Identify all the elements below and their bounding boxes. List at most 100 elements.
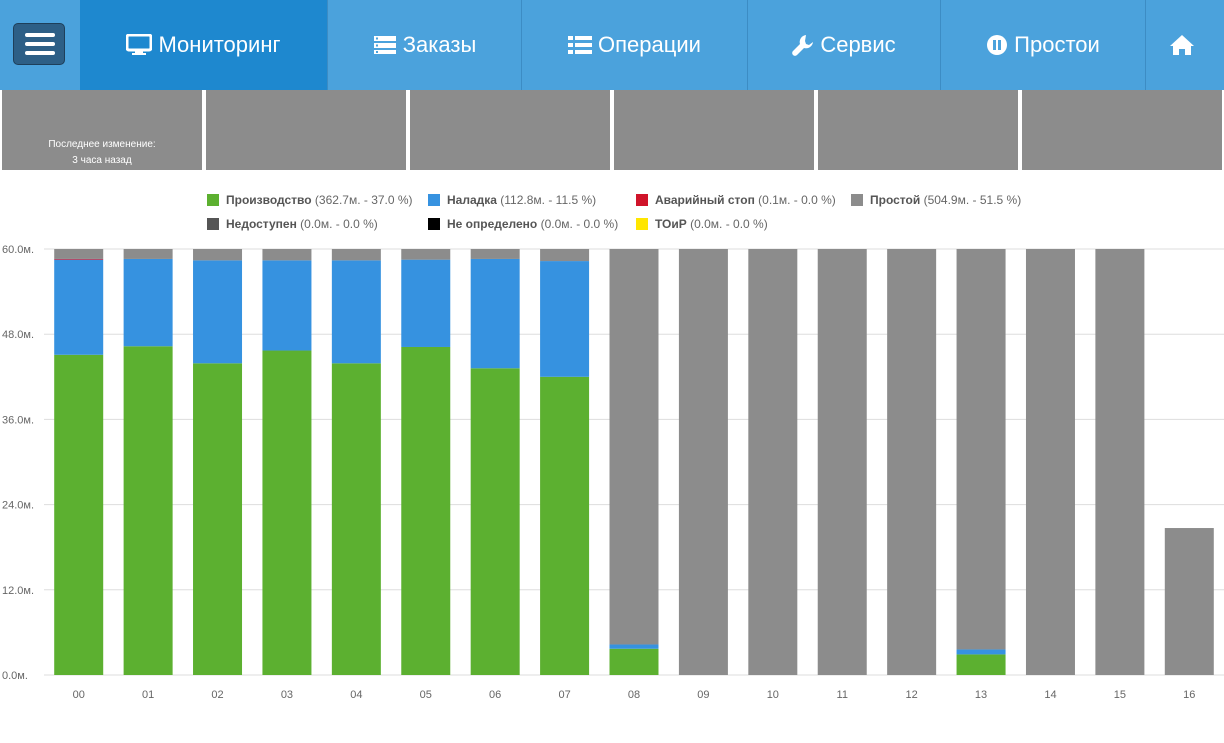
- x-tick-label: 02: [211, 689, 223, 701]
- top-navigation-bar: Мониторинг Заказы Операции Сервис Просто…: [0, 0, 1224, 90]
- machine-tile[interactable]: [206, 90, 406, 170]
- machine-tile[interactable]: [818, 90, 1018, 170]
- machine-tile[interactable]: [1022, 90, 1222, 170]
- machine-tile[interactable]: [614, 90, 814, 170]
- bar-segment-0: [123, 346, 173, 675]
- legend-label: Наладка: [447, 193, 497, 207]
- x-tick-label: 13: [975, 689, 987, 701]
- bar-segment-3: [817, 249, 867, 675]
- bar-segment-1: [123, 258, 173, 347]
- legend-swatch: [428, 218, 440, 230]
- home-button[interactable]: [1145, 0, 1224, 90]
- bar-segment-1: [331, 260, 381, 364]
- legend-detail: (362.7м. - 37.0 %): [314, 193, 413, 207]
- home-icon: [1170, 35, 1194, 55]
- y-tick-label: 0.0м.: [2, 670, 28, 682]
- bar-segment-0: [401, 346, 451, 675]
- x-tick-label: 12: [906, 689, 918, 701]
- nav-tab-orders[interactable]: Заказы: [327, 0, 521, 90]
- nav-tab-service[interactable]: Сервис: [747, 0, 940, 90]
- legend-label: Аварийный стоп: [655, 193, 755, 207]
- machine-status-tiles: Последнее изменение: 3 часа назад: [0, 90, 1224, 170]
- hamburger-icon-bar: [25, 42, 55, 46]
- x-tick-label: 05: [420, 689, 432, 701]
- bar-segment-3: [540, 249, 590, 262]
- last-change-text: Последнее изменение: 3 часа назад: [2, 137, 202, 169]
- legend-swatch: [207, 194, 219, 206]
- hamburger-menu-button[interactable]: [13, 23, 65, 65]
- x-tick-label: 15: [1114, 689, 1126, 701]
- bar-segment-0: [540, 376, 590, 675]
- legend-label: Недоступен: [226, 217, 297, 231]
- bar-segment-3: [193, 249, 243, 261]
- bar-segment-1: [262, 260, 312, 351]
- bar-segment-3: [956, 249, 1006, 650]
- bar-segment-3: [401, 249, 451, 260]
- legend-detail: (0.0м. - 0.0 %): [690, 217, 768, 231]
- legend-label: Простой: [870, 193, 921, 207]
- bar-segment-1: [540, 261, 590, 377]
- bar-segment-3: [1025, 249, 1075, 675]
- bar-segment-3: [748, 249, 798, 675]
- bar-segment-1: [956, 649, 1006, 655]
- hamburger-icon-bar: [25, 33, 55, 37]
- bar-segment-2: [54, 258, 104, 260]
- legend-label: Не определено: [447, 217, 538, 231]
- bar-segment-3: [331, 249, 381, 261]
- bar-segment-3: [887, 249, 937, 675]
- x-tick-label: 00: [73, 689, 85, 701]
- machine-tile[interactable]: Последнее изменение: 3 часа назад: [2, 90, 202, 170]
- bar-segment-0: [956, 654, 1006, 675]
- legend-detail: (0.1м. - 0.0 %): [758, 193, 836, 207]
- legend-detail: (112.8м. - 11.5 %): [500, 193, 597, 207]
- x-tick-label: 11: [837, 689, 848, 701]
- y-tick-label: 60.0м.: [2, 244, 34, 256]
- bar-segment-3: [470, 249, 520, 259]
- bar-segment-1: [54, 259, 104, 355]
- x-tick-label: 04: [350, 689, 362, 701]
- machine-tile[interactable]: [410, 90, 610, 170]
- bar-segment-1: [609, 644, 659, 649]
- stacked-bar-chart: 0.0м. 12.0м. 24.0м. 36.0м. 48.0м. 60.0м. 00 01 0…: [2, 244, 1224, 701]
- list-icon: [568, 36, 593, 54]
- nav-tab-label: Операции: [598, 32, 701, 57]
- legend-swatch: [428, 194, 440, 206]
- pause-icon: [987, 35, 1008, 55]
- nav-tab-downtime[interactable]: Простои: [940, 0, 1145, 90]
- bar-segment-3: [262, 249, 312, 261]
- x-tick-label: 14: [1044, 689, 1056, 701]
- bar-segment-0: [470, 368, 520, 675]
- nav-tab-label: Заказы: [402, 32, 477, 57]
- bar-segment-3: [54, 249, 104, 259]
- legend-detail: (504.9м. - 51.5 %): [923, 193, 1022, 207]
- last-change-value: 3 часа назад: [72, 155, 132, 166]
- x-tick-label: 16: [1183, 689, 1195, 701]
- server-icon: [373, 36, 396, 54]
- x-tick-label: 07: [558, 689, 570, 701]
- legend-swatch: [636, 218, 648, 230]
- x-tick-label: 09: [697, 689, 709, 701]
- bar-segment-3: [123, 249, 173, 259]
- legend-swatch: [636, 194, 648, 206]
- x-tick-label: 01: [142, 689, 154, 701]
- bar-segment-3: [1095, 249, 1145, 675]
- nav-tab-monitoring[interactable]: Мониторинг: [80, 0, 327, 90]
- bar-segment-3: [1164, 528, 1214, 675]
- legend-detail: (0.0м. - 0.0 %): [540, 217, 619, 231]
- bar-segment-0: [193, 363, 243, 675]
- legend-swatch: [851, 194, 863, 206]
- bar-segment-1: [470, 258, 520, 369]
- legend-label: ТОиР: [655, 217, 687, 231]
- bar-segment-0: [54, 354, 104, 675]
- legend-swatch: [207, 218, 219, 230]
- bar-segment-0: [262, 350, 312, 675]
- y-tick-label: 12.0м.: [2, 585, 34, 597]
- nav-tab-label: Сервис: [820, 32, 896, 57]
- wrench-icon: [792, 35, 814, 56]
- y-tick-label: 24.0м.: [2, 500, 34, 512]
- nav-tab-operations[interactable]: Операции: [521, 0, 747, 90]
- y-tick-label: 48.0м.: [2, 329, 34, 341]
- x-tick-label: 06: [489, 689, 501, 701]
- hamburger-icon-bar: [25, 51, 55, 55]
- legend-label: Производство: [226, 193, 312, 207]
